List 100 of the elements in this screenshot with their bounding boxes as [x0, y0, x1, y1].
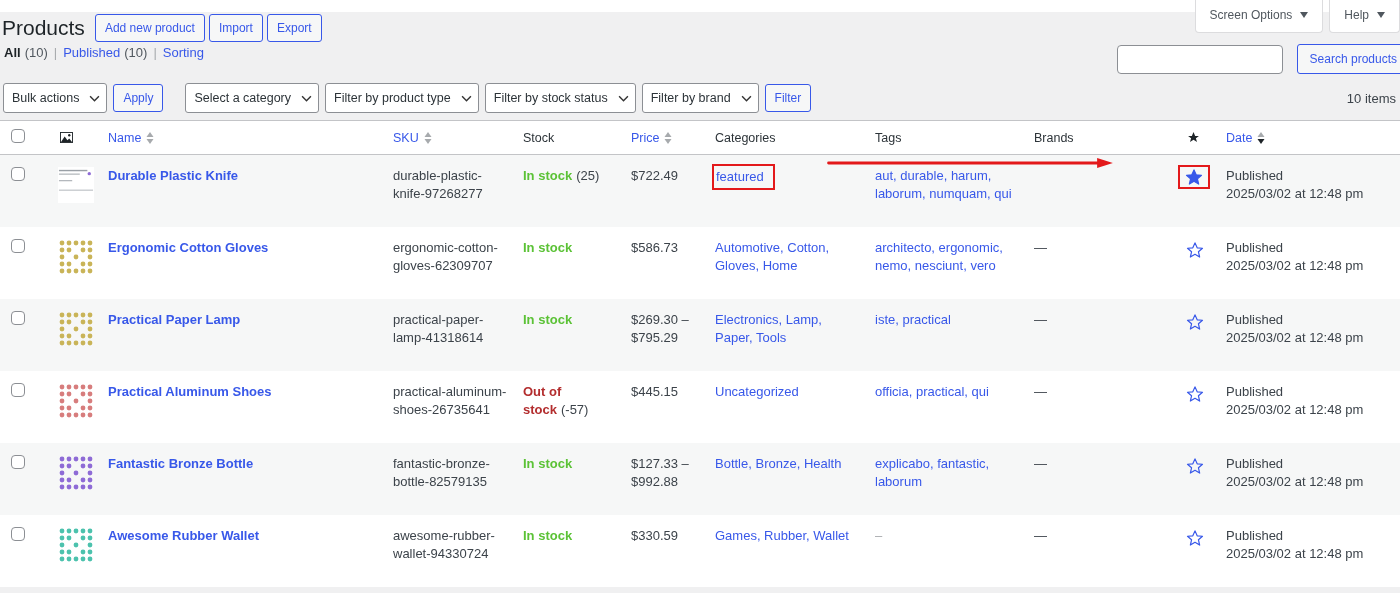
select-all-checkbox[interactable] — [11, 129, 25, 143]
header-button[interactable]: Export — [266, 14, 322, 42]
row-checkbox[interactable] — [11, 310, 25, 325]
star-icon — [1187, 131, 1200, 144]
brands-text: — — [1034, 238, 1047, 257]
sku-text: ergonomic-cotton-gloves-62309707 — [393, 238, 499, 275]
sku-text: practical-paper-lamp-41318614 — [393, 310, 485, 347]
chevron-down-icon — [460, 94, 472, 102]
star-outline-icon[interactable] — [1186, 456, 1204, 475]
view-link[interactable]: Published (10) — [63, 44, 148, 60]
brands-text: — — [1034, 310, 1047, 329]
price-text: $722.49 — [631, 167, 678, 185]
sku-text: practical-aluminum-shoes-26735641 — [393, 382, 507, 419]
tag-links[interactable]: aut, durable, harum, laborum, numquam, qui — [875, 167, 1018, 203]
price-text: $127.33 – $992.88 — [631, 454, 690, 491]
caret-icon — [1377, 12, 1385, 18]
date-text: 2025/03/02 at 12:48 pm — [1226, 544, 1364, 563]
column-sort-link[interactable]: SKU — [393, 130, 432, 145]
row-checkbox[interactable] — [11, 382, 25, 397]
filter-button[interactable]: Filter — [764, 84, 812, 112]
separator: | — [53, 44, 58, 60]
screen-tab[interactable]: Screen Options — [1194, 0, 1324, 33]
filter-select[interactable]: Filter by product type — [325, 83, 479, 113]
product-name-link[interactable]: Awesome Rubber Wallet — [108, 527, 259, 543]
column-sort-link[interactable]: Price — [631, 130, 673, 145]
price-text: $269.30 – $795.29 — [631, 310, 690, 347]
stock-status: In stock — [523, 454, 573, 473]
column-header: Brands — [1034, 130, 1074, 145]
product-thumbnail — [58, 167, 94, 203]
stock-status: In stock — [523, 310, 573, 329]
sku-text: fantastic-bronze-bottle-82579135 — [393, 454, 491, 491]
star-outline-icon[interactable] — [1186, 240, 1204, 259]
status-text: Published — [1226, 238, 1284, 257]
row-checkbox[interactable] — [11, 526, 25, 541]
stock-status: In stock — [523, 526, 573, 545]
category-links[interactable]: featured — [715, 167, 772, 187]
stock-status: In stock (25) — [523, 167, 600, 185]
category-links[interactable]: Automotive, Cotton, Gloves, Home — [715, 238, 859, 275]
bulk-actions-select[interactable]: Bulk actions — [3, 83, 108, 113]
star-outline-icon[interactable] — [1186, 312, 1204, 331]
page-title: Products — [2, 16, 85, 40]
apply-button[interactable]: Apply — [113, 84, 164, 112]
product-name-link[interactable]: Practical Paper Lamp — [108, 311, 241, 327]
date-text: 2025/03/02 at 12:48 pm — [1226, 256, 1364, 275]
stock-status: In stock — [523, 238, 573, 257]
sku-text: awesome-rubber-wallet-94330724 — [393, 526, 496, 563]
status-text: Published — [1226, 382, 1284, 401]
category-links[interactable]: Uncategorized — [715, 382, 799, 401]
star-outline-icon[interactable] — [1186, 528, 1204, 547]
tag-links[interactable]: explicabo, fantastic, laborum — [875, 454, 1018, 491]
brands-text: — — [1034, 454, 1047, 473]
tag-links[interactable]: architecto, ergonomic, nemo, nesciunt, vero — [875, 238, 1018, 275]
product-name-link[interactable]: Practical Aluminum Shoes — [108, 383, 272, 399]
filter-select[interactable]: Filter by stock status — [484, 83, 636, 113]
row-checkbox[interactable] — [11, 167, 25, 181]
product-name-link[interactable]: Fantastic Bronze Bottle — [108, 455, 254, 471]
row-checkbox[interactable] — [11, 454, 25, 469]
category-links[interactable]: Bottle, Bronze, Health — [715, 454, 842, 473]
column-header: Stock — [523, 130, 555, 145]
image-icon — [60, 132, 73, 143]
search-button[interactable]: Search products — [1296, 44, 1400, 74]
row-checkbox[interactable] — [11, 238, 25, 253]
date-text: 2025/03/02 at 12:48 pm — [1226, 400, 1364, 419]
category-links[interactable]: Games, Rubber, Wallet — [715, 526, 849, 545]
price-text: $445.15 — [631, 382, 678, 401]
caret-icon — [1300, 12, 1309, 18]
date-text: 2025/03/02 at 12:48 pm — [1226, 328, 1364, 347]
header-button[interactable]: Import — [208, 14, 263, 42]
chevron-down-icon — [617, 94, 629, 102]
product-name-link[interactable]: Ergonomic Cotton Gloves — [108, 239, 269, 255]
price-text: $586.73 — [631, 238, 678, 257]
filled-star-icon[interactable] — [1185, 168, 1203, 186]
price-text: $330.59 — [631, 526, 678, 545]
status-text: Published — [1226, 526, 1284, 545]
column-sort-link[interactable]: Date — [1226, 130, 1266, 145]
screen-tab[interactable]: Help — [1329, 0, 1400, 33]
header-button[interactable]: Add new product — [94, 14, 205, 42]
column-sort-link[interactable]: Name — [108, 130, 155, 145]
chevron-down-icon — [301, 94, 313, 102]
separator: | — [153, 44, 157, 60]
filter-select[interactable]: Select a category — [185, 83, 320, 113]
items-count: 10 items — [1346, 90, 1396, 106]
sku-text: durable-plastic-knife-97268277 — [393, 167, 484, 203]
date-text: 2025/03/02 at 12:48 pm — [1226, 185, 1364, 203]
view-link[interactable]: Sorting — [162, 44, 204, 60]
category-links[interactable]: Electronics, Lamp, Paper, Tools — [715, 310, 859, 347]
filter-select[interactable]: Filter by brand — [641, 83, 759, 113]
column-header: Tags — [875, 130, 902, 145]
brands-text: — — [1034, 382, 1047, 401]
status-text: Published — [1226, 167, 1284, 185]
star-outline-icon[interactable] — [1186, 384, 1204, 403]
chevron-down-icon — [740, 94, 752, 102]
date-text: 2025/03/02 at 12:48 pm — [1226, 472, 1364, 491]
tag-links[interactable]: officia, practical, qui — [875, 382, 989, 401]
view-link[interactable]: All (10) — [4, 44, 48, 60]
product-name-link[interactable]: Durable Plastic Knife — [108, 168, 239, 183]
search-field[interactable] — [1116, 44, 1283, 74]
tag-links[interactable]: iste, practical — [875, 310, 951, 329]
stock-status: Out of stock (-57) — [523, 382, 590, 419]
column-header: Categories — [715, 130, 776, 145]
